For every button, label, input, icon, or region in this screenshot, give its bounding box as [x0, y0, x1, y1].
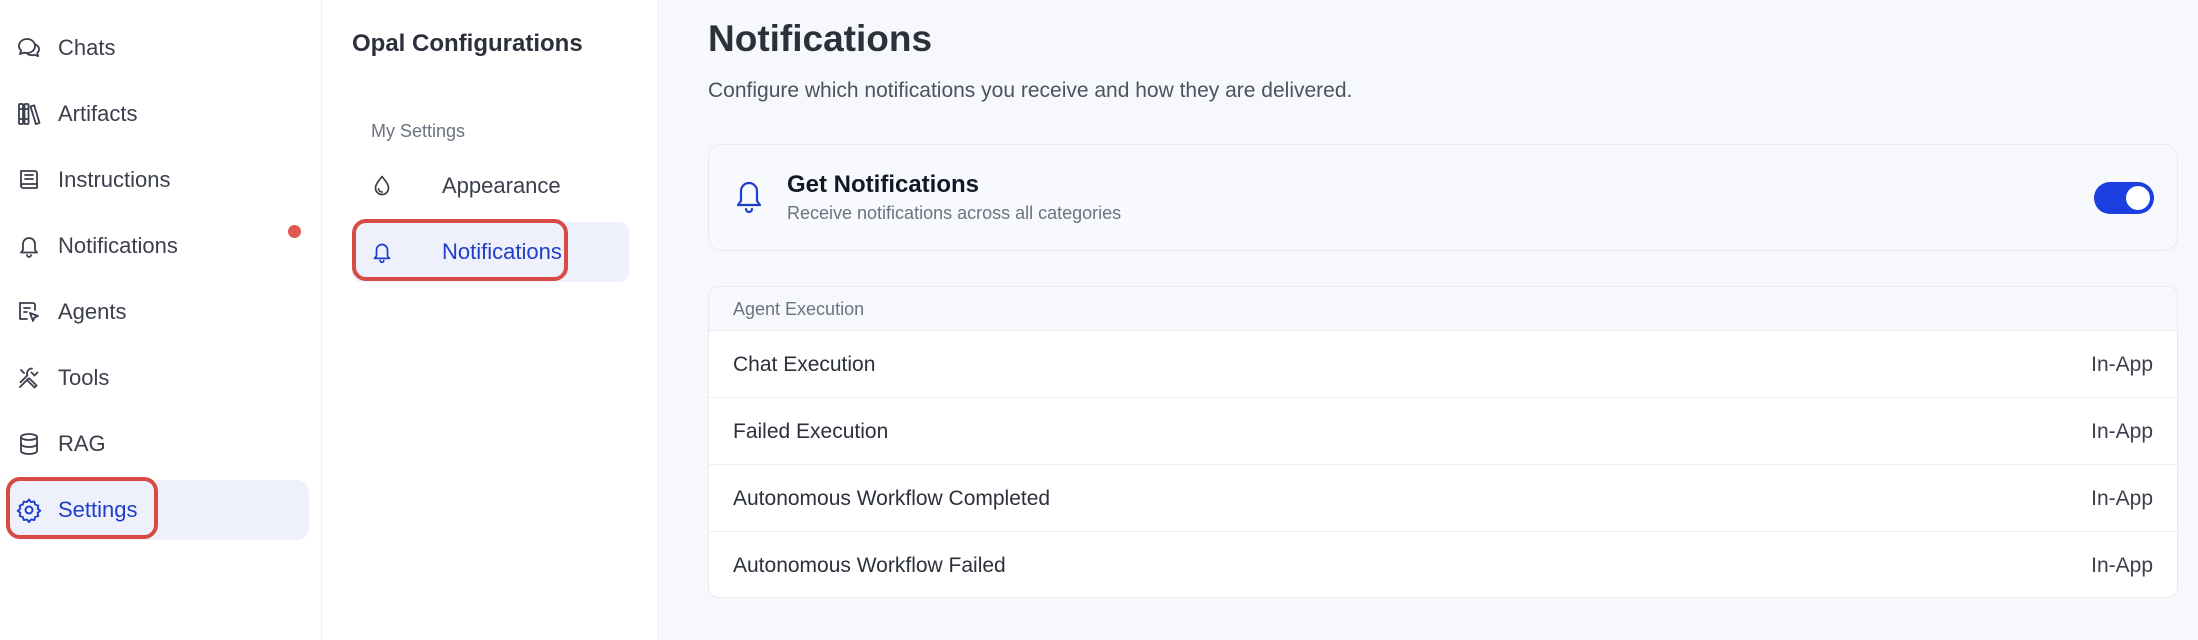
- notifications-settings-page: Notifications Configure which notificati…: [660, 0, 2198, 640]
- nav-item-tools[interactable]: Tools: [8, 348, 309, 408]
- bell-icon: [369, 239, 395, 265]
- nav-item-label: Instructions: [58, 167, 171, 192]
- table-row[interactable]: Chat Execution In-App: [709, 331, 2177, 398]
- gear-icon: [14, 496, 44, 524]
- nav-item-rag[interactable]: RAG: [8, 414, 309, 474]
- get-notifications-card: Get Notifications Receive notifications …: [708, 144, 2178, 251]
- nav-item-label: Tools: [58, 365, 110, 390]
- bell-icon: [731, 175, 767, 215]
- page-subtitle: Configure which notifications you receiv…: [708, 79, 1353, 102]
- nav-item-artifacts[interactable]: Artifacts: [8, 84, 309, 144]
- nav-item-label: Notifications: [58, 233, 178, 258]
- notification-name: Autonomous Workflow Failed: [733, 554, 1006, 577]
- unread-badge: [288, 225, 301, 238]
- settings-item-label: Notifications: [442, 239, 562, 264]
- table-row[interactable]: Autonomous Workflow Failed In-App: [709, 532, 2177, 597]
- notification-channel[interactable]: In-App: [2091, 398, 2153, 465]
- settings-item-appearance[interactable]: Appearance: [352, 156, 629, 216]
- nav-item-settings[interactable]: Settings: [8, 480, 309, 540]
- notification-name: Autonomous Workflow Completed: [733, 487, 1051, 510]
- main-sidebar: Chats Artifacts Instructions Notificatio…: [0, 0, 322, 640]
- notification-channel[interactable]: In-App: [2091, 331, 2153, 398]
- droplet-icon: [369, 173, 395, 199]
- page-title: Notifications: [708, 18, 933, 59]
- settings-item-label: Appearance: [442, 173, 561, 198]
- nav-item-label: RAG: [58, 431, 106, 456]
- toggle-knob: [2126, 186, 2150, 210]
- notification-name: Chat Execution: [733, 353, 876, 376]
- notification-name: Failed Execution: [733, 420, 889, 443]
- get-notifications-description: Receive notifications across all categor…: [787, 203, 1122, 223]
- settings-section-label: My Settings: [371, 121, 466, 141]
- settings-menu: Opal Configurations My Settings Appearan…: [322, 0, 659, 640]
- chats-icon: [14, 34, 44, 62]
- notification-channel[interactable]: In-App: [2091, 465, 2153, 532]
- nav-item-agents[interactable]: Agents: [8, 282, 309, 342]
- tools-icon: [14, 364, 44, 392]
- table-group-label: Agent Execution: [733, 299, 865, 319]
- agents-icon: [14, 298, 44, 326]
- nav-item-label: Chats: [58, 35, 116, 60]
- database-icon: [14, 430, 44, 458]
- nav-item-instructions[interactable]: Instructions: [8, 150, 309, 210]
- table-row[interactable]: Failed Execution In-App: [709, 398, 2177, 465]
- nav-item-label: Agents: [58, 299, 127, 324]
- artifacts-icon: [14, 100, 44, 128]
- instructions-icon: [14, 166, 44, 194]
- get-notifications-title: Get Notifications: [787, 171, 980, 198]
- nav-item-label: Artifacts: [58, 101, 138, 126]
- bell-icon: [14, 232, 44, 260]
- notification-categories-table: Agent Execution Chat Execution In-App Fa…: [708, 286, 2178, 598]
- table-group-header: Agent Execution: [709, 287, 2177, 331]
- nav-item-notifications[interactable]: Notifications: [8, 216, 309, 276]
- notification-channel[interactable]: In-App: [2091, 532, 2153, 597]
- settings-item-notifications[interactable]: Notifications: [352, 222, 629, 282]
- nav-item-label: Settings: [58, 497, 138, 522]
- table-row[interactable]: Autonomous Workflow Completed In-App: [709, 465, 2177, 532]
- nav-item-chats[interactable]: Chats: [8, 18, 309, 78]
- settings-menu-title: Opal Configurations: [352, 30, 583, 57]
- get-notifications-toggle[interactable]: [2094, 182, 2154, 214]
